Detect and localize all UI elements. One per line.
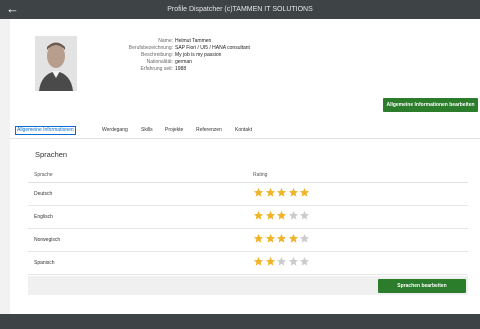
star-icon[interactable] (253, 256, 264, 267)
app-title: Profile Dispatcher (c)TAMMEN IT SOLUTION… (167, 6, 313, 13)
person-photo-icon (35, 36, 77, 91)
attr-value: SAP Fiori / UI5 / HANA consultant (175, 45, 250, 51)
language-name: Deutsch (34, 191, 53, 197)
language-name: Norwegisch (34, 237, 61, 243)
attr-label: Erfahrung seit: (140, 66, 173, 72)
tab-career[interactable]: Werdegang (102, 127, 128, 134)
column-header-language: Sprache (34, 172, 53, 178)
edit-general-info-button[interactable]: Allgemeine Informationen bearbeiten (383, 98, 478, 112)
attr-value: My job is my passion (175, 52, 222, 58)
tab-skills[interactable]: Skills (141, 127, 153, 134)
star-icon[interactable] (299, 256, 310, 267)
section-title: Sprachen (35, 150, 68, 159)
star-icon[interactable] (288, 187, 299, 198)
tab-projects[interactable]: Projekte (165, 127, 183, 134)
rating-stars (253, 210, 311, 224)
profile-header: Name: Helmut Tammen Berufsbezeichnung: SAP… (10, 19, 480, 121)
star-icon[interactable] (253, 233, 264, 244)
star-icon[interactable] (276, 210, 287, 221)
table-row[interactable]: Spanisch (28, 252, 468, 275)
table-header: Sprache Rating (28, 167, 468, 183)
star-icon[interactable] (288, 233, 299, 244)
profile-photo (35, 36, 77, 91)
languages-section: Sprachen Sprache Rating Deutsch Englisch… (10, 139, 480, 314)
star-icon[interactable] (299, 210, 310, 221)
star-icon[interactable] (253, 210, 264, 221)
star-icon[interactable] (276, 187, 287, 198)
attr-job-title: Berufsbezeichnung: SAP Fiori / UI5 / HANA… (100, 45, 250, 52)
tab-bar: Allgemeine Informationen Werdegang Skill… (10, 121, 480, 139)
column-header-rating: Rating (253, 172, 268, 178)
table-row[interactable]: Englisch (28, 206, 468, 229)
shell-header: ← Profile Dispatcher (c)TAMMEN IT SOLUTI… (0, 0, 480, 19)
attr-value: german (175, 59, 192, 65)
star-icon[interactable] (276, 256, 287, 267)
tab-references[interactable]: Referenzen (196, 127, 222, 134)
star-icon[interactable] (299, 187, 310, 198)
attr-value: Helmut Tammen (175, 38, 212, 44)
star-icon[interactable] (265, 210, 276, 221)
star-icon[interactable] (276, 233, 287, 244)
edit-languages-button[interactable]: Sprachen bearbeiten (378, 279, 466, 293)
attr-label: Berufsbezeichnung: (128, 45, 173, 51)
language-name: Englisch (34, 214, 53, 220)
rating-stars (253, 256, 311, 270)
attr-label: Name: (158, 38, 173, 44)
attr-label: Nationalität: (146, 59, 173, 65)
attr-experience: Erfahrung seit: 1988 (100, 66, 250, 73)
attr-description: Beschreibung: My job is my passion (100, 52, 250, 59)
attr-value: 1988 (175, 66, 187, 72)
tab-contact[interactable]: Kontakt (235, 127, 252, 134)
star-icon[interactable] (265, 233, 276, 244)
profile-attributes: Name: Helmut Tammen Berufsbezeichnung: SAP… (100, 38, 250, 73)
attr-label: Beschreibung: (141, 52, 173, 58)
language-name: Spanisch (34, 260, 55, 266)
star-icon[interactable] (299, 233, 310, 244)
rating-stars (253, 233, 311, 247)
attr-nationality: Nationalität: german (100, 59, 250, 66)
table-row[interactable]: Norwegisch (28, 229, 468, 252)
star-icon[interactable] (265, 187, 276, 198)
shell-footer (0, 314, 480, 329)
tab-general-info[interactable]: Allgemeine Informationen (15, 126, 76, 135)
rating-stars (253, 187, 311, 201)
star-icon[interactable] (288, 210, 299, 221)
star-icon[interactable] (288, 256, 299, 267)
table-row[interactable]: Deutsch (28, 183, 468, 206)
star-icon[interactable] (265, 256, 276, 267)
star-icon[interactable] (253, 187, 264, 198)
attr-name: Name: Helmut Tammen (100, 38, 250, 45)
